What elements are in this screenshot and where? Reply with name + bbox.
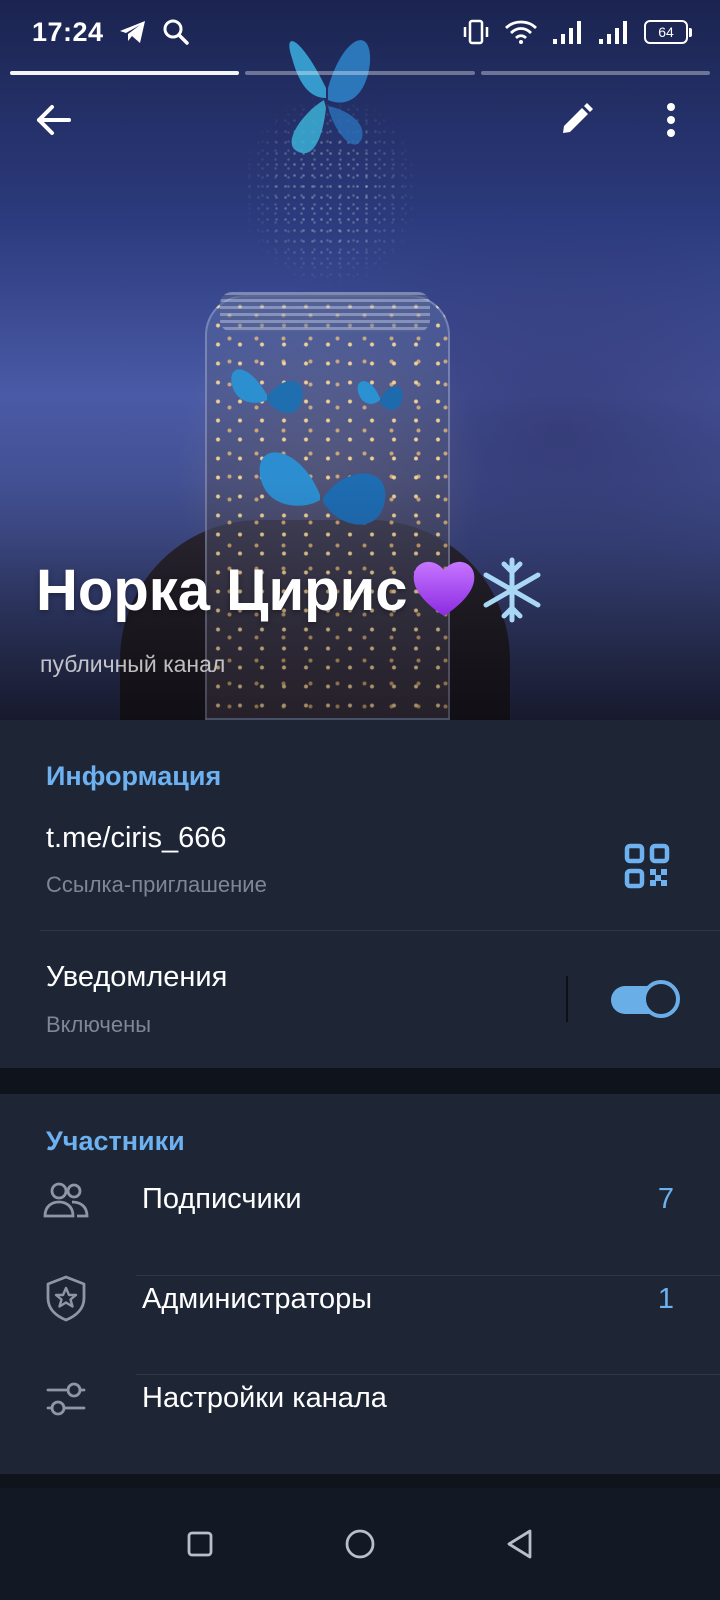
- notifications-state: Включены: [46, 1012, 152, 1037]
- telegram-icon: [119, 21, 145, 43]
- status-bar: 17:24 64: [0, 0, 720, 64]
- toggle-separator: [566, 976, 568, 1022]
- wifi-icon: [505, 20, 537, 44]
- butterfly-right-illustration: [357, 381, 403, 410]
- subscribers-count: 7: [657, 1183, 674, 1215]
- subscribers-label: Подписчики: [142, 1183, 302, 1215]
- invite-link[interactable]: t.me/ciris_666: [46, 822, 227, 855]
- butterfly-left-illustration: [231, 369, 303, 414]
- vibrate-icon: [463, 19, 489, 45]
- channel-type: публичный канал: [40, 651, 226, 677]
- info-section: Информация t.me/ciris_666 Ссылка-приглаш…: [0, 720, 720, 1068]
- home-button[interactable]: [330, 1514, 390, 1574]
- system-navigation-bar: [0, 1488, 720, 1600]
- signal-icon: [553, 21, 581, 44]
- recents-button[interactable]: [170, 1514, 230, 1574]
- battery-icon: 64: [644, 20, 692, 44]
- arrow-left-icon: [37, 105, 71, 135]
- qr-code-icon: [624, 843, 670, 889]
- notifications-label: Уведомления: [46, 961, 228, 993]
- story-progress: [10, 71, 710, 75]
- purple-heart-icon: [413, 561, 474, 616]
- more-options-button[interactable]: [641, 90, 701, 150]
- signal-icon-secondary: [599, 21, 627, 44]
- members-divider-1: [136, 1275, 720, 1276]
- triangle-back-icon: [507, 1529, 532, 1559]
- story-segment-1: [10, 71, 240, 75]
- members-section-title: Участники: [46, 1126, 185, 1156]
- members-divider-2: [136, 1374, 720, 1375]
- administrators-label: Администраторы: [142, 1283, 373, 1315]
- channel-name: Норка Цирис: [36, 556, 546, 624]
- story-segment-3: [480, 71, 710, 75]
- members-section: Участники Подписчики 7 Администраторы 1 …: [0, 1094, 720, 1474]
- emoji-badges: [410, 556, 546, 624]
- snowflake-icon: [483, 557, 541, 623]
- circle-icon: [345, 1529, 375, 1559]
- shield-star-icon: [42, 1274, 90, 1322]
- settings-sliders-icon: [42, 1375, 90, 1423]
- edit-button[interactable]: [546, 90, 606, 150]
- info-divider: [40, 930, 720, 931]
- invite-link-caption: Ссылка-приглашение: [46, 872, 267, 897]
- channel-settings-label: Настройки канала: [142, 1382, 387, 1414]
- story-segment-2: [245, 71, 475, 75]
- status-time: 17:24: [32, 16, 104, 47]
- battery-level: 64: [658, 24, 674, 40]
- back-button[interactable]: [24, 90, 84, 150]
- qr-code-button[interactable]: [624, 843, 670, 889]
- administrators-count: 1: [657, 1283, 674, 1315]
- more-vertical-icon: [667, 103, 675, 137]
- toggle-knob: [642, 980, 680, 1018]
- users-icon: [42, 1176, 90, 1224]
- info-section-title: Информация: [46, 761, 222, 791]
- pencil-icon: [563, 103, 593, 133]
- back-nav-button[interactable]: [490, 1514, 550, 1574]
- cover-jar-lid: [220, 292, 430, 332]
- channel-name-text: Норка Цирис: [36, 557, 408, 623]
- notifications-toggle[interactable]: [611, 980, 680, 1018]
- search-icon: [163, 19, 189, 45]
- square-icon: [187, 1531, 213, 1557]
